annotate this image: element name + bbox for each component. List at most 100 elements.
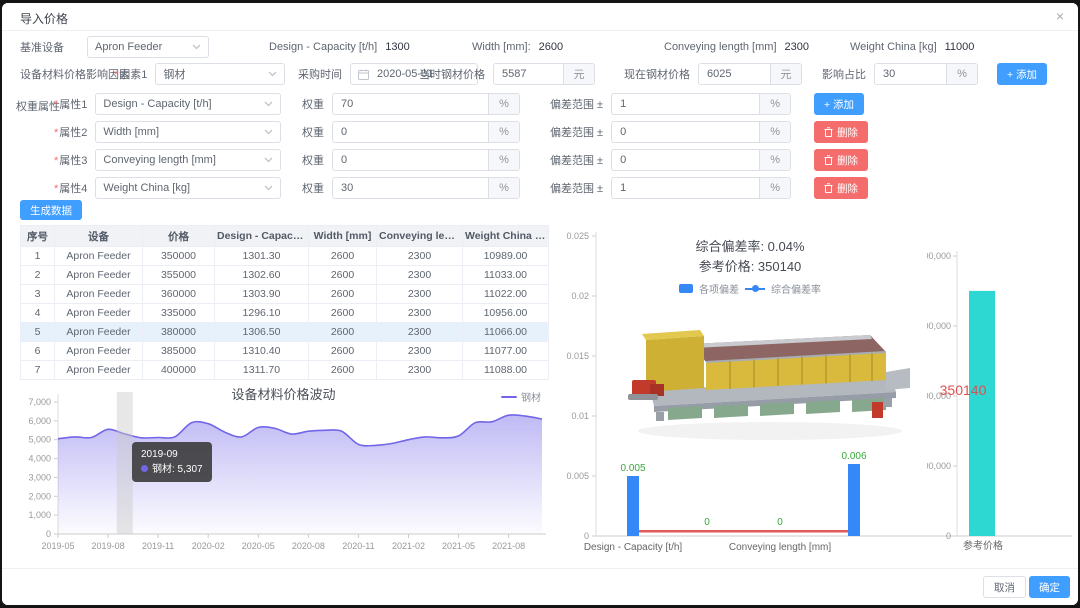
table-cell: 1306.50: [214, 322, 309, 342]
table-cell: 2300: [376, 360, 463, 380]
table-cell: 11022.00: [462, 284, 549, 304]
table-row[interactable]: 1 Apron Feeder 350000 1301.30 2600 2300 10989.…: [20, 246, 549, 266]
now-price-input[interactable]: [699, 68, 770, 80]
table-cell: 2600: [308, 265, 377, 285]
deviation-group: 偏差范围 ±%: [550, 93, 792, 115]
table-cell: 2600: [308, 246, 377, 266]
factor-select[interactable]: 钢材: [155, 63, 286, 85]
delete-attribute-button[interactable]: 删除: [814, 121, 868, 143]
svg-text:0: 0: [46, 529, 51, 539]
weight-group: 权重%: [302, 121, 520, 143]
param-value: 2600: [538, 41, 564, 53]
attr-select[interactable]: Design - Capacity [t/h]: [95, 93, 282, 115]
svg-text:2020-11: 2020-11: [342, 541, 374, 551]
svg-text:2019-11: 2019-11: [142, 541, 174, 551]
table-row[interactable]: 7 Apron Feeder 400000 1311.70 2600 2300 11088.…: [20, 360, 549, 380]
table-cell: 385000: [142, 341, 215, 361]
weight-input[interactable]: [333, 154, 488, 166]
delete-attribute-button[interactable]: 删除: [814, 149, 868, 171]
deviation-input[interactable]: [612, 126, 760, 138]
weight-input[interactable]: [333, 126, 488, 138]
table-cell: 400000: [142, 360, 215, 380]
ratio-label: 影响占比: [822, 69, 866, 81]
table-cell: 1302.60: [214, 265, 309, 285]
yuan-suffix: 元: [563, 64, 594, 84]
percent-suffix: %: [488, 178, 519, 198]
cancel-button[interactable]: 取消: [983, 576, 1026, 598]
table-header-cell: 设备: [54, 225, 143, 247]
table-row[interactable]: 4 Apron Feeder 335000 1296.10 2600 2300 10956.…: [20, 303, 549, 323]
trash-icon: [824, 127, 833, 137]
table-cell: 11033.00: [462, 265, 549, 285]
deviation-legend[interactable]: 各项偏差 综合偏差率: [620, 281, 880, 296]
percent-suffix: %: [488, 150, 519, 170]
table-cell: Apron Feeder: [54, 265, 143, 285]
svg-text:5,000: 5,000: [28, 435, 51, 445]
factor-add-button[interactable]: + 添加: [997, 63, 1048, 85]
ratio-input[interactable]: [875, 68, 946, 80]
attr-select[interactable]: Width [mm]: [95, 121, 282, 143]
weight-input[interactable]: [333, 182, 488, 194]
deviation-input[interactable]: [612, 154, 760, 166]
deviation-chart[interactable]: 0 0.005 0.01 0.015 0.02 0.025 0.005 0 0 0.006 Desi…: [560, 228, 972, 560]
chevron-down-icon: [268, 71, 277, 77]
table-cell: 2600: [308, 360, 377, 380]
delete-attribute-button[interactable]: 删除: [814, 177, 868, 199]
base-equipment-group: 基准设备: [20, 36, 64, 58]
base-equipment-select[interactable]: Apron Feeder: [87, 36, 209, 58]
steel-price-chart[interactable]: 设备材料价格波动 钢材 0 1,000 2,000 3,000 4,000 5,000 6,…: [20, 380, 547, 561]
table-cell: 1: [20, 246, 55, 266]
attr-value: Weight China [kg]: [103, 182, 191, 194]
add-attribute-button[interactable]: + 添加: [814, 93, 865, 115]
generate-data-button[interactable]: 生成数据: [20, 200, 82, 220]
table-row[interactable]: 2 Apron Feeder 355000 1302.60 2600 2300 11033.…: [20, 265, 549, 285]
table-cell: 1296.10: [214, 303, 309, 323]
attr-select[interactable]: Conveying length [mm]: [95, 149, 282, 171]
dialog-header: 导入价格 ×: [2, 3, 1078, 31]
weight-label: 权重: [302, 99, 324, 111]
weight-rows: *属性1Design - Capacity [t/h]权重%偏差范围 ±%+ 添…: [2, 93, 1078, 205]
table-cell: Apron Feeder: [54, 360, 143, 380]
confirm-button[interactable]: 确定: [1029, 576, 1070, 598]
close-icon[interactable]: ×: [1056, 8, 1064, 24]
deviation-input[interactable]: [612, 98, 760, 110]
svg-text:2019-08: 2019-08: [92, 541, 125, 551]
deviation-field: %: [611, 149, 792, 171]
percent-suffix: %: [759, 122, 791, 142]
reference-price-svg: 0100,000200,000300,000400,000350140参考价格: [918, 251, 1072, 552]
table-row[interactable]: 5 Apron Feeder 380000 1306.50 2600 2300 11066.…: [20, 322, 549, 342]
attr-select[interactable]: Weight China [kg]: [95, 177, 282, 199]
weight-input[interactable]: [333, 98, 488, 110]
table-header-cell: 序号: [20, 225, 55, 247]
svg-text:0.005: 0.005: [620, 463, 645, 474]
param-label: Conveying length [mm]: [664, 41, 777, 53]
svg-text:0: 0: [584, 531, 589, 541]
attr-value: Design - Capacity [t/h]: [103, 98, 212, 110]
param-width: Width [mm]: 2600: [472, 36, 563, 58]
svg-text:1,000: 1,000: [28, 510, 51, 520]
yuan-suffix: 元: [770, 64, 801, 84]
attr-group: *属性1 Design - Capacity [t/h]: [54, 93, 282, 115]
svg-text:100,000: 100,000: [927, 461, 951, 471]
weight-group: 权重%: [302, 93, 520, 115]
deviation-label: 偏差范围 ±: [550, 99, 604, 111]
then-price-input[interactable]: [494, 68, 563, 80]
deviation-group: 偏差范围 ±%: [550, 121, 792, 143]
base-equipment-label: 基准设备: [20, 42, 64, 54]
reference-price-chart[interactable]: 0100,000200,000300,000400,000350140参考价格: [918, 243, 1077, 561]
table-row[interactable]: 3 Apron Feeder 360000 1303.90 2600 2300 11022.…: [20, 284, 549, 304]
deviation-input[interactable]: [612, 182, 760, 194]
svg-text:7,000: 7,000: [28, 397, 51, 407]
param-label: Weight China [kg]: [850, 41, 937, 53]
weight-row: *属性3Conveying length [mm]权重%偏差范围 ±%删除: [2, 149, 1078, 177]
table-cell: 2300: [376, 265, 463, 285]
legend-line-dot-icon: [745, 285, 765, 292]
weight-group: 权重%: [302, 149, 520, 171]
table-row[interactable]: 6 Apron Feeder 385000 1310.40 2600 2300 11077.…: [20, 341, 549, 361]
trash-icon: [824, 155, 833, 165]
svg-text:0.005: 0.005: [566, 471, 589, 481]
param-value: 1300: [385, 41, 410, 53]
svg-text:2021-05: 2021-05: [442, 541, 475, 551]
table-cell: 5: [20, 322, 55, 342]
svg-text:0.01: 0.01: [571, 411, 589, 421]
